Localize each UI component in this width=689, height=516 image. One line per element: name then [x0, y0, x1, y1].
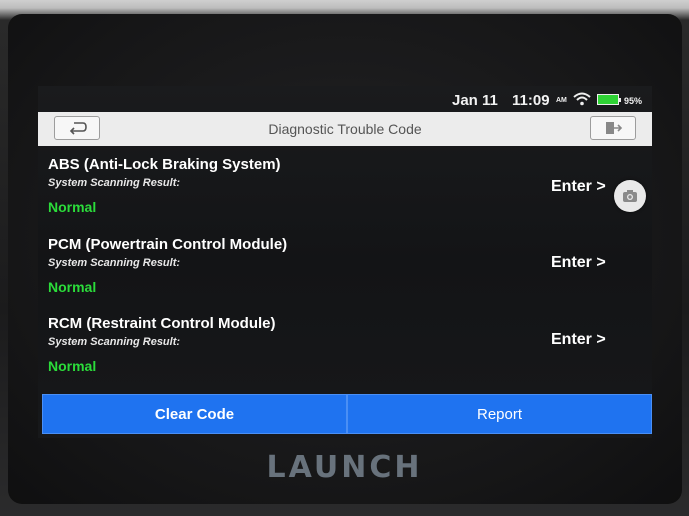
- module-result-label: System Scanning Result:: [48, 177, 181, 189]
- exit-icon: [606, 122, 623, 134]
- screenshot-button[interactable]: [614, 180, 646, 212]
- battery-icon: [597, 94, 621, 105]
- module-status: Normal: [48, 279, 97, 295]
- status-ampm: AM: [556, 97, 567, 104]
- module-name: ABS (Anti-Lock Braking System): [48, 156, 281, 173]
- device-screen: Jan 11 11:09 AM 95% Diagnostic Trouble C…: [38, 86, 652, 438]
- status-time: 11:09: [512, 92, 550, 109]
- clear-code-button[interactable]: Clear Code: [42, 394, 347, 434]
- enter-button-rcm[interactable]: Enter >: [551, 331, 606, 349]
- back-button[interactable]: [54, 116, 100, 140]
- module-result-label: System Scanning Result:: [48, 336, 181, 348]
- battery-percent: 95%: [624, 96, 643, 106]
- module-row-pcm[interactable]: PCM (Powertrain Control Module) System S…: [46, 236, 646, 312]
- action-bar: Clear Code Report: [42, 394, 652, 434]
- module-name: RCM (Restraint Control Module): [48, 315, 276, 332]
- page-title: Diagnostic Trouble Code: [268, 121, 422, 137]
- status-date: Jan 11: [452, 92, 498, 109]
- report-button[interactable]: Report: [347, 394, 652, 434]
- module-row-rcm[interactable]: RCM (Restraint Control Module) System Sc…: [46, 315, 646, 391]
- status-bar: Jan 11 11:09 AM 95%: [38, 86, 652, 112]
- back-arrow-icon: [69, 122, 87, 135]
- wifi-icon: [573, 92, 591, 110]
- module-row-abs[interactable]: ABS (Anti-Lock Braking System) System Sc…: [46, 156, 646, 232]
- enter-button-pcm[interactable]: Enter >: [551, 254, 606, 272]
- module-status: Normal: [48, 199, 97, 215]
- module-result-label: System Scanning Result:: [48, 257, 181, 269]
- module-status: Normal: [48, 358, 97, 374]
- title-bar: Diagnostic Trouble Code: [38, 112, 652, 146]
- launch-logo: LAUNCH: [266, 450, 423, 485]
- exit-button[interactable]: [590, 116, 636, 140]
- module-name: PCM (Powertrain Control Module): [48, 236, 288, 253]
- enter-button-abs[interactable]: Enter >: [551, 178, 606, 196]
- camera-icon: [623, 190, 637, 202]
